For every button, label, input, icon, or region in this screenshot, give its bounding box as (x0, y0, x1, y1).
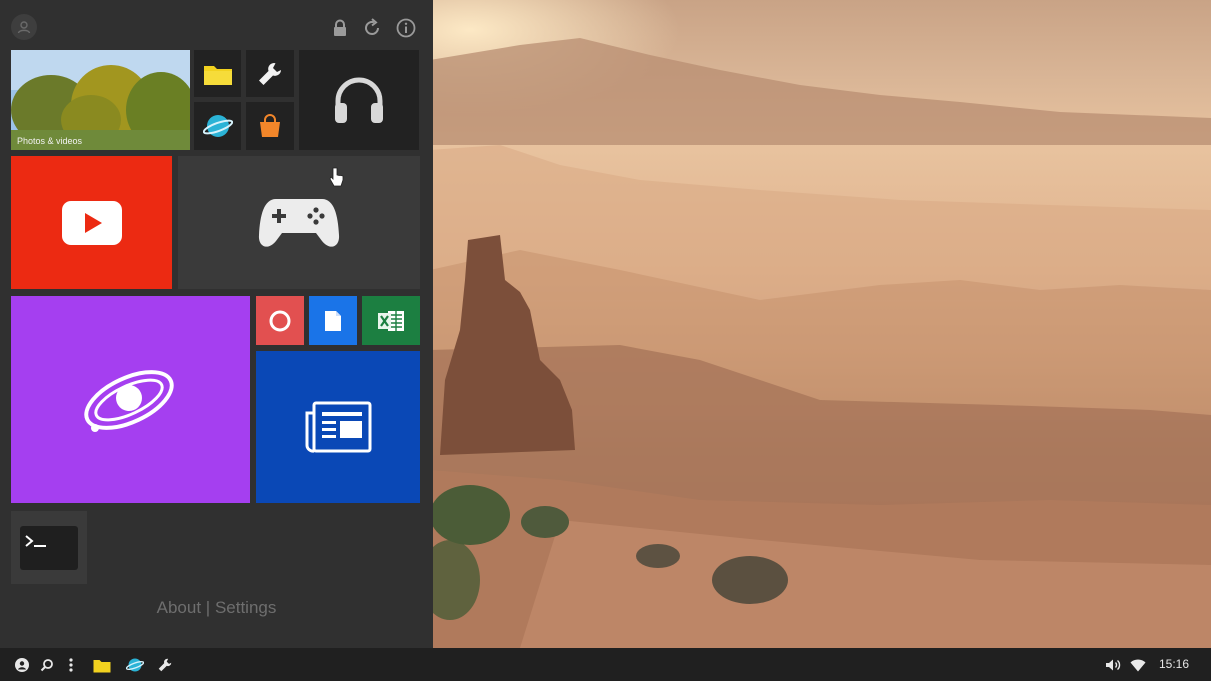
mouse-cursor-icon (329, 167, 344, 187)
terminal-tile[interactable] (11, 511, 87, 584)
browser-tile[interactable] (194, 102, 241, 150)
photos-thumbnail (11, 50, 190, 150)
files-tile[interactable] (194, 50, 241, 97)
info-button[interactable] (394, 16, 418, 40)
youtube-tile[interactable] (11, 156, 172, 289)
settings-link[interactable]: Settings (215, 598, 276, 617)
taskbar-files-button[interactable] (92, 655, 112, 675)
document-icon (325, 310, 341, 331)
terminal-icon (20, 525, 78, 570)
wrench-icon (259, 62, 281, 85)
docs-tile[interactable] (309, 296, 357, 345)
lock-button[interactable] (328, 16, 352, 40)
record-tile[interactable] (256, 296, 304, 345)
taskbar-start-button[interactable] (12, 655, 32, 675)
excel-icon (378, 310, 404, 331)
youtube-play-icon (61, 200, 122, 245)
about-link[interactable]: About (157, 598, 201, 617)
taskbar: 15:16 (0, 648, 1211, 681)
newspaper-icon (305, 401, 372, 453)
folder-icon (93, 659, 111, 672)
shopping-bag-icon (260, 114, 280, 137)
taskbar-wifi-button[interactable] (1128, 655, 1148, 675)
photos-videos-label: Photos & videos (17, 136, 83, 146)
photos-videos-tile[interactable]: Photos & videos (11, 50, 190, 150)
headphones-icon (335, 77, 383, 123)
about-settings-links: About | Settings (0, 598, 433, 618)
games-tile[interactable] (178, 156, 420, 289)
music-tile[interactable] (299, 50, 419, 150)
taskbar-browser-button[interactable] (125, 655, 145, 675)
lock-icon (334, 19, 346, 36)
start-icon (15, 658, 29, 672)
taskbar-volume-button[interactable] (1103, 655, 1123, 675)
info-icon (396, 18, 416, 38)
settings-tile[interactable] (246, 50, 294, 97)
sheets-tile[interactable] (362, 296, 420, 345)
planet-icon (126, 658, 144, 672)
start-menu-panel: Photos & videos About | Settings (0, 0, 433, 648)
more-icon (69, 658, 73, 672)
record-icon (269, 310, 291, 331)
taskbar-search-button[interactable] (37, 655, 57, 675)
galaxy-tile[interactable] (11, 296, 250, 503)
search-icon (40, 659, 53, 672)
wrench-icon (158, 658, 172, 672)
wifi-icon (1130, 659, 1146, 671)
store-tile[interactable] (246, 102, 294, 150)
taskbar-more-button[interactable] (61, 655, 81, 675)
refresh-button[interactable] (360, 16, 384, 40)
volume-icon (1106, 659, 1121, 671)
planet-icon (202, 115, 233, 137)
taskbar-settings-button[interactable] (155, 655, 175, 675)
user-avatar-button[interactable] (11, 14, 37, 40)
gamepad-icon (258, 198, 340, 247)
taskbar-clock[interactable]: 15:16 (1159, 657, 1189, 671)
footer-separator: | (201, 598, 215, 617)
refresh-icon (365, 18, 379, 35)
news-tile[interactable] (256, 351, 420, 503)
folder-icon (203, 65, 232, 85)
orbit-icon (83, 369, 174, 432)
user-avatar-icon (17, 21, 31, 34)
